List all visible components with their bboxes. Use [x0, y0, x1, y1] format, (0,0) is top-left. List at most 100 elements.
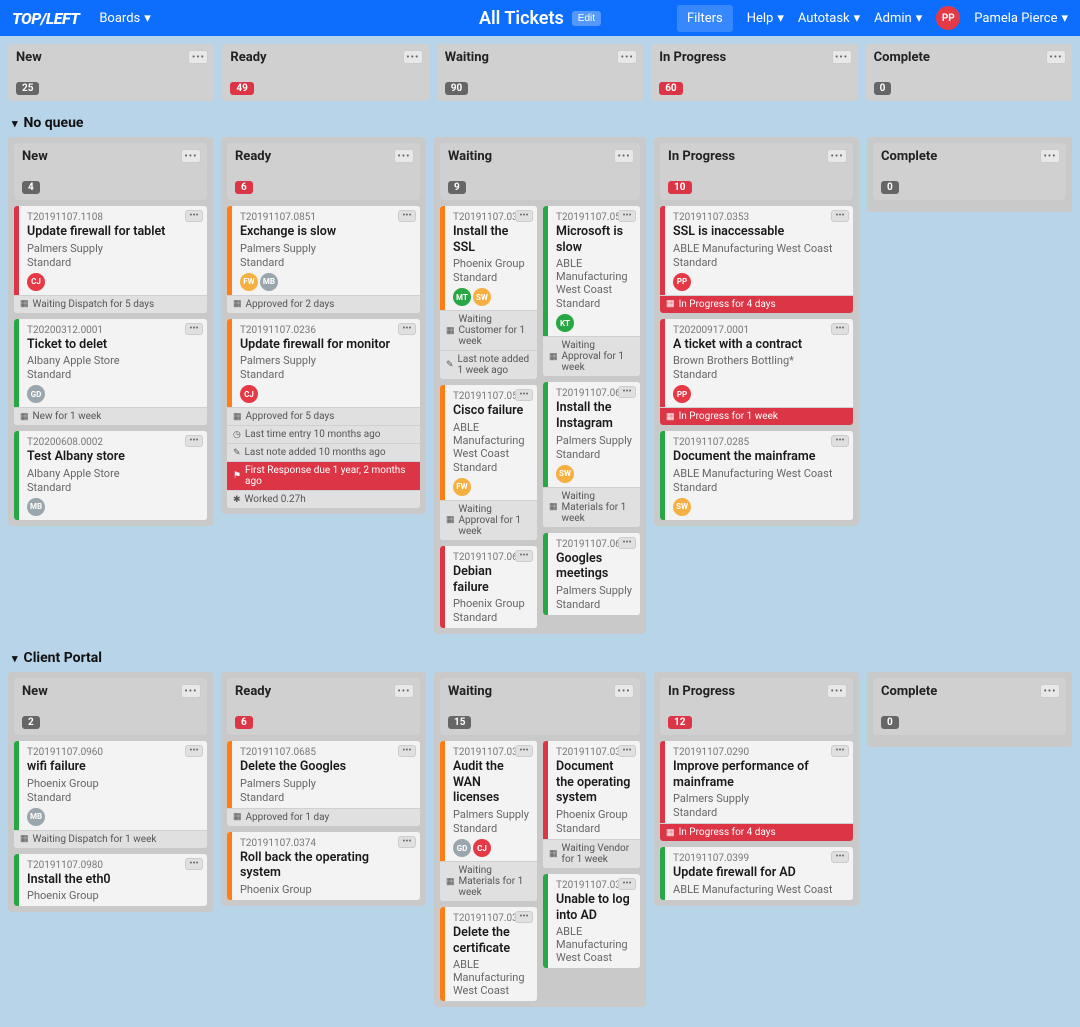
- card-menu[interactable]: •••: [618, 878, 636, 890]
- ticket-card[interactable]: T20191107.0369Delete the certificateABLE…: [440, 907, 537, 1001]
- column-menu[interactable]: •••: [614, 684, 634, 698]
- ticket-card[interactable]: T20191107.0851Exchange is slowPalmers Su…: [227, 206, 420, 295]
- column-menu[interactable]: •••: [614, 149, 634, 163]
- ticket-card[interactable]: T20191107.0685Delete the GooglesPalmers …: [227, 741, 420, 808]
- card-menu[interactable]: •••: [515, 550, 533, 562]
- assignee-avatar[interactable]: SW: [673, 498, 691, 516]
- filters-nav[interactable]: Filters: [677, 5, 733, 32]
- ticket-card[interactable]: T20191107.0353SSL is inaccessableABLE Ma…: [660, 206, 853, 295]
- card-menu[interactable]: •••: [515, 210, 533, 222]
- column-menu[interactable]: •••: [1046, 50, 1066, 64]
- ticket-card[interactable]: T20191107.0557Microsoft is slowABLE Manu…: [543, 206, 640, 336]
- ticket-card[interactable]: T20191107.0960wifi failurePhoenix GroupS…: [14, 741, 207, 830]
- card-menu[interactable]: •••: [185, 210, 203, 222]
- ticket-title: Improve performance of mainframe: [673, 759, 845, 790]
- card-menu[interactable]: •••: [831, 745, 849, 757]
- card-body: T20191107.0290Improve performance of mai…: [665, 741, 853, 823]
- card-menu[interactable]: •••: [618, 210, 636, 222]
- ticket-card[interactable]: T20200312.0001Ticket to deletAlbany Appl…: [14, 319, 207, 408]
- ticket-card[interactable]: T20191107.0343Install the SSLPhoenix Gro…: [440, 206, 537, 310]
- card-menu[interactable]: •••: [618, 537, 636, 549]
- assignee-avatar[interactable]: MB: [27, 498, 45, 516]
- column-menu[interactable]: •••: [1040, 684, 1060, 698]
- column-menu[interactable]: •••: [403, 50, 423, 64]
- column-menu[interactable]: •••: [394, 684, 414, 698]
- assignee-avatar[interactable]: PP: [673, 385, 691, 403]
- card-menu[interactable]: •••: [398, 210, 416, 222]
- ticket-card[interactable]: T20191107.0399Update firewall for ADABLE…: [660, 847, 853, 900]
- user-avatar[interactable]: PP: [936, 6, 960, 30]
- card-menu[interactable]: •••: [185, 435, 203, 447]
- autotask-nav[interactable]: Autotask ▾: [798, 11, 860, 26]
- ticket-id: T20191107.0960: [27, 747, 199, 758]
- card-menu[interactable]: •••: [398, 745, 416, 757]
- card-menu[interactable]: •••: [831, 210, 849, 222]
- column-menu[interactable]: •••: [1040, 149, 1060, 163]
- ticket-card[interactable]: T20191107.0373Document the operating sys…: [543, 741, 640, 839]
- ticket-card[interactable]: T20191107.0319Audit the WAN licensesPalm…: [440, 741, 537, 861]
- edit-button[interactable]: Edit: [572, 11, 601, 26]
- card-menu[interactable]: •••: [831, 851, 849, 863]
- card-menu[interactable]: •••: [515, 745, 533, 757]
- card-menu[interactable]: •••: [618, 745, 636, 757]
- ticket-card[interactable]: T20191107.0668Debian failurePhoenix Grou…: [440, 546, 537, 628]
- card-menu[interactable]: •••: [515, 911, 533, 923]
- assignee-avatar[interactable]: PP: [673, 273, 691, 291]
- ticket-priority: Standard: [453, 461, 529, 474]
- assignee-avatar[interactable]: FW: [453, 478, 471, 496]
- ticket-card[interactable]: T20191107.1108Update firewall for tablet…: [14, 206, 207, 295]
- column-menu[interactable]: •••: [394, 149, 414, 163]
- section-title[interactable]: ▾Client Portal: [8, 646, 1072, 672]
- assignee-avatar[interactable]: SW: [556, 465, 574, 483]
- card-menu[interactable]: •••: [398, 836, 416, 848]
- card-menu[interactable]: •••: [398, 323, 416, 335]
- assignee-avatar[interactable]: CJ: [27, 273, 45, 291]
- column-menu[interactable]: •••: [188, 50, 208, 64]
- ticket-card[interactable]: T20191107.0236Update firewall for monito…: [227, 319, 420, 408]
- card-menu[interactable]: •••: [831, 323, 849, 335]
- column-menu[interactable]: •••: [827, 149, 847, 163]
- ticket-card[interactable]: T20200608.0002Test Albany storeAlbany Ap…: [14, 431, 207, 520]
- ticket-card[interactable]: T20191107.0285Document the mainframeABLE…: [660, 431, 853, 520]
- card-menu[interactable]: •••: [185, 858, 203, 870]
- chip-text: Waiting Vendor for 1 week: [562, 843, 635, 865]
- user-menu[interactable]: Pamela Pierce ▾: [974, 11, 1068, 26]
- column-name: Ready: [235, 149, 412, 164]
- admin-nav[interactable]: Admin ▾: [874, 11, 922, 26]
- ticket-id: T20191107.0399: [673, 853, 845, 864]
- assignee-avatar[interactable]: FW: [240, 273, 258, 291]
- column-menu[interactable]: •••: [832, 50, 852, 64]
- ticket-card[interactable]: T20191107.0678Googles meetingsPalmers Su…: [543, 533, 640, 615]
- ticket-card[interactable]: T20191107.0290Improve performance of mai…: [660, 741, 853, 823]
- section-title[interactable]: ▾No queue: [8, 111, 1072, 137]
- ticket-card[interactable]: T20191107.0980Install the eth0Phoenix Gr…: [14, 854, 207, 907]
- assignee-avatar[interactable]: MT: [453, 288, 471, 306]
- assignee-avatar[interactable]: GD: [453, 839, 471, 857]
- help-nav[interactable]: Help ▾: [747, 11, 784, 26]
- boards-menu[interactable]: Boards ▾: [99, 11, 150, 26]
- card-menu[interactable]: •••: [618, 386, 636, 398]
- ticket-card[interactable]: T20200917.0001A ticket with a contractBr…: [660, 319, 853, 408]
- column-menu[interactable]: •••: [617, 50, 637, 64]
- column-menu[interactable]: •••: [181, 684, 201, 698]
- ticket-card[interactable]: T20191107.0623Install the InstagramPalme…: [543, 382, 640, 486]
- assignee-avatar[interactable]: MB: [27, 808, 45, 826]
- chip-text: Last note added 1 week ago: [458, 354, 532, 376]
- ticket-card[interactable]: T20191107.0589Cisco failureABLE Manufact…: [440, 385, 537, 500]
- column-menu[interactable]: •••: [181, 149, 201, 163]
- assignee-avatar[interactable]: MB: [260, 273, 278, 291]
- card-menu[interactable]: •••: [831, 435, 849, 447]
- column-header: Ready49•••: [222, 44, 428, 101]
- ticket-company: Palmers Supply: [673, 792, 845, 805]
- card-menu[interactable]: •••: [185, 323, 203, 335]
- assignee-avatar[interactable]: SW: [473, 288, 491, 306]
- card-menu[interactable]: •••: [515, 389, 533, 401]
- ticket-card[interactable]: T20191107.0394Unable to log into ADABLE …: [543, 874, 640, 968]
- assignee-avatar[interactable]: GD: [27, 385, 45, 403]
- column-menu[interactable]: •••: [827, 684, 847, 698]
- assignee-avatar[interactable]: KT: [556, 314, 574, 332]
- assignee-avatar[interactable]: CJ: [240, 385, 258, 403]
- card-menu[interactable]: •••: [185, 745, 203, 757]
- assignee-avatar[interactable]: CJ: [473, 839, 491, 857]
- ticket-card[interactable]: T20191107.0374Roll back the operating sy…: [227, 832, 420, 900]
